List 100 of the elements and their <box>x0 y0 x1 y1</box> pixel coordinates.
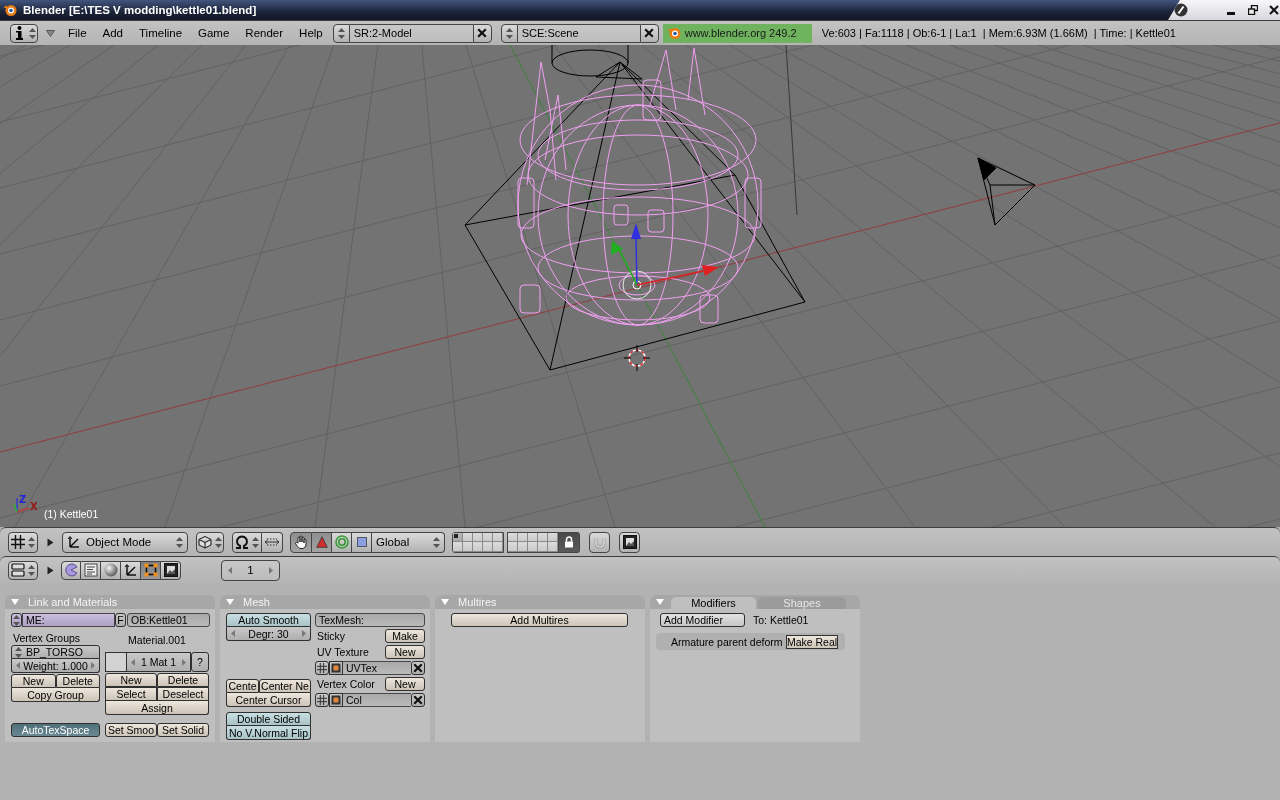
window-type-menu[interactable] <box>10 23 38 43</box>
set-smooth-button[interactable]: Set Smoo <box>105 723 157 737</box>
layer-button[interactable] <box>538 532 548 542</box>
center-new-button[interactable]: Center Ne <box>259 679 311 693</box>
render-button[interactable] <box>619 531 640 553</box>
up-down-arrows-icon <box>28 564 35 576</box>
scene-name-field[interactable]: SCE:Scene <box>517 23 640 43</box>
layer-button[interactable] <box>493 532 503 542</box>
window-type-menu[interactable] <box>8 531 38 553</box>
lock-layers-button[interactable] <box>559 531 580 553</box>
weight-field[interactable]: Weight: 1.000 <box>11 659 100 673</box>
new-uv-texture-button[interactable]: New <box>385 645 425 659</box>
copy-group-button[interactable]: Copy Group <box>11 688 100 702</box>
add-multires-button[interactable]: Add Multires <box>451 613 628 627</box>
3d-viewport[interactable]: Z X (1) Kettle01 <box>0 45 1280 527</box>
deselect-button[interactable]: Deselect <box>157 687 209 701</box>
snap-button[interactable] <box>589 531 610 553</box>
active-layer-button[interactable] <box>329 661 343 675</box>
center-button[interactable]: Cente <box>226 679 259 693</box>
panel-title: Link and Materials <box>28 596 118 608</box>
close-button[interactable] <box>1267 3 1280 17</box>
align-button[interactable] <box>262 531 283 553</box>
new-material-button[interactable]: New <box>105 673 157 687</box>
layer-button[interactable] <box>518 532 528 542</box>
context-tab[interactable] <box>161 560 181 580</box>
pivot-menu[interactable] <box>232 531 262 553</box>
context-tab[interactable] <box>61 560 81 580</box>
context-tab[interactable] <box>81 560 101 580</box>
material-color-swatch[interactable] <box>105 652 127 672</box>
scene-browse-button[interactable] <box>500 23 518 43</box>
mesh-name-field[interactable]: ME: <box>22 613 115 627</box>
delete-group-button[interactable]: Delete <box>55 674 100 688</box>
screen-browse-button[interactable] <box>332 23 350 43</box>
new-group-button[interactable]: New <box>11 674 56 688</box>
menu-item[interactable]: Add <box>94 27 131 39</box>
rotate-toggle[interactable] <box>332 531 352 553</box>
shade-button[interactable] <box>1174 2 1189 18</box>
material-help-button[interactable]: ? <box>191 652 209 672</box>
delete-vertex-color-button[interactable] <box>411 693 425 707</box>
maximize-button[interactable] <box>1246 3 1259 17</box>
menu-item[interactable]: Help <box>291 27 331 39</box>
menu-item[interactable]: Render <box>237 27 292 39</box>
menu-item[interactable]: File <box>60 27 95 39</box>
auto-tex-space-toggle[interactable]: AutoTexSpace <box>11 723 100 737</box>
scale-toggle[interactable] <box>352 531 372 553</box>
active-layer-button[interactable] <box>329 693 343 707</box>
set-solid-button[interactable]: Set Solid <box>157 723 209 737</box>
fake-user-button[interactable]: F <box>115 613 126 627</box>
object-name-field[interactable]: OB:Kettle01 <box>127 613 210 627</box>
vertex-group-menu[interactable]: BP_TORSO <box>11 645 100 659</box>
center-cursor-button[interactable]: Center Cursor <box>226 693 311 707</box>
frame-number-field[interactable]: 1 <box>221 559 280 581</box>
vertex-color-layer-field[interactable]: Col <box>343 693 411 707</box>
degree-field[interactable]: Degr: 30 <box>226 627 311 641</box>
orientation-menu[interactable]: Global <box>372 531 445 553</box>
layer-button[interactable] <box>548 532 558 542</box>
context-tab[interactable] <box>101 560 121 580</box>
make-real-button[interactable]: Make Real <box>786 634 838 649</box>
material-index-field[interactable]: 1 Mat 1 <box>127 652 191 672</box>
add-modifier-menu[interactable]: Add Modifier <box>660 613 745 627</box>
mesh-square-icon <box>143 563 158 577</box>
mode-menu[interactable]: Object Mode <box>62 531 188 553</box>
delete-scene-button[interactable] <box>639 23 659 43</box>
uv-layer-field[interactable]: UVTex <box>343 661 411 675</box>
layer-button[interactable] <box>463 532 473 542</box>
auto-smooth-toggle[interactable]: Auto Smooth <box>226 613 311 627</box>
layer-button[interactable] <box>528 532 538 542</box>
panel-tab[interactable]: Modifiers <box>671 597 756 609</box>
axes-icon <box>123 563 138 577</box>
menu-item[interactable]: Game <box>190 27 238 39</box>
layer-button[interactable] <box>508 532 518 542</box>
active-render-button[interactable] <box>315 693 329 707</box>
assign-button[interactable]: Assign <box>105 701 209 715</box>
active-render-button[interactable] <box>315 661 329 675</box>
new-vertex-color-button[interactable]: New <box>385 677 425 691</box>
menu-toggle-triangle-icon[interactable] <box>46 565 55 575</box>
menu-toggle-triangle-icon[interactable] <box>46 28 55 38</box>
make-sticky-button[interactable]: Make <box>385 629 425 643</box>
screen-name-field[interactable]: SR:2-Model <box>349 23 473 43</box>
context-tab[interactable] <box>121 560 141 580</box>
manipulator-toggle[interactable] <box>290 531 312 553</box>
delete-screen-button[interactable] <box>472 23 492 43</box>
select-button[interactable]: Select <box>105 687 157 701</box>
transform-manipulator-drawing[interactable] <box>611 223 719 300</box>
mesh-browse-button[interactable] <box>11 613 22 627</box>
delete-material-button[interactable]: Delete <box>157 673 209 687</box>
context-tab[interactable] <box>141 560 161 580</box>
layer-button[interactable] <box>473 532 483 542</box>
normal-flip-toggle[interactable]: No V.Normal Flip <box>226 726 311 740</box>
menu-item[interactable]: Timeline <box>131 27 191 39</box>
translate-toggle[interactable] <box>312 531 332 553</box>
version-text: www.blender.org 249.2 <box>684 27 797 39</box>
menu-toggle-triangle-icon[interactable] <box>46 537 55 547</box>
double-sided-toggle[interactable]: Double Sided <box>226 712 311 726</box>
window-type-menu[interactable] <box>8 560 38 580</box>
tex-mesh-field[interactable]: TexMesh: <box>315 613 425 627</box>
delete-uv-layer-button[interactable] <box>411 661 425 675</box>
layer-button[interactable] <box>483 532 493 542</box>
draw-type-menu[interactable] <box>196 531 224 553</box>
picture-icon <box>331 695 341 705</box>
